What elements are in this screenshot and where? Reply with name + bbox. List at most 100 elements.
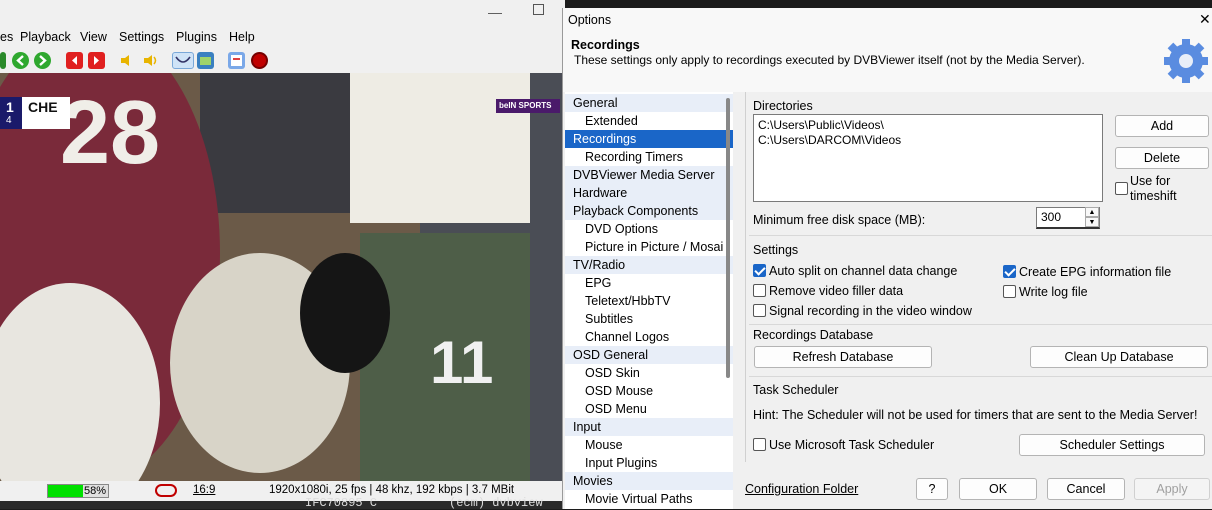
player-menubar: es Playback View Settings Plugins Help: [0, 28, 565, 48]
header-subtitle: These settings only apply to recordings …: [574, 53, 1085, 67]
tree-item[interactable]: OSD General: [565, 346, 733, 364]
tree-item[interactable]: Movie Virtual Paths: [565, 490, 733, 508]
ok-button[interactable]: OK: [959, 478, 1037, 500]
menu-item-plugins[interactable]: Plugins: [176, 30, 217, 44]
video-frame: 11 28: [0, 73, 565, 481]
tree-item[interactable]: Input: [565, 418, 733, 436]
directories-label: Directories: [753, 99, 813, 113]
options-tree[interactable]: General Extended Recordings Recording Timer…: [565, 92, 733, 509]
menu-item-settings[interactable]: Settings: [119, 30, 164, 44]
tree-item[interactable]: DVD Options: [565, 220, 733, 238]
auto-split-label: Auto split on channel data change: [769, 264, 958, 278]
timeshift-label-1: Use for: [1130, 174, 1171, 188]
tree-item[interactable]: Channel Logos: [565, 328, 733, 346]
help-button[interactable]: ?: [916, 478, 948, 500]
delete-button[interactable]: Delete: [1115, 147, 1209, 169]
volume-bar[interactable]: 58%: [47, 484, 109, 498]
back-icon[interactable]: [12, 52, 29, 69]
directory-item[interactable]: C:\Users\Public\Videos\: [758, 118, 1098, 133]
tree-item[interactable]: Input Plugins: [565, 454, 733, 472]
auto-split-checkbox[interactable]: [753, 264, 766, 277]
tree-item[interactable]: OSD Skin: [565, 364, 733, 382]
spin-up-icon[interactable]: ▲: [1085, 207, 1099, 217]
settings-label: Settings: [753, 243, 799, 257]
tree-item[interactable]: OSD Menu: [565, 400, 733, 418]
configuration-folder-link[interactable]: Configuration Folder: [745, 482, 858, 496]
score-number: 1: [6, 99, 14, 115]
scheduler-hint: Hint: The Scheduler will not be used for…: [753, 408, 1198, 422]
scheduler-settings-button[interactable]: Scheduler Settings: [1019, 434, 1205, 456]
next-channel-icon[interactable]: [88, 52, 105, 69]
add-button[interactable]: Add: [1115, 115, 1209, 137]
tree-item[interactable]: DVBViewer Media Server: [565, 166, 733, 184]
cancel-button[interactable]: Cancel: [1047, 478, 1125, 500]
use-task-scheduler-checkbox[interactable]: [753, 438, 766, 451]
database-label: Recordings Database: [753, 328, 874, 342]
spin-down-icon[interactable]: ▼: [1085, 217, 1099, 227]
separator: [749, 235, 1212, 236]
aspect-ratio-label[interactable]: 16:9: [193, 484, 215, 496]
volume-up-icon[interactable]: [142, 52, 159, 69]
svg-text:28: 28: [60, 83, 160, 183]
tree-item[interactable]: Extended: [565, 112, 733, 130]
menu-item-es[interactable]: es: [0, 30, 13, 44]
cleanup-database-button[interactable]: Clean Up Database: [1030, 346, 1208, 368]
options-dialog: Options ✕ Recordings These settings only…: [562, 8, 1212, 509]
signal-recording-label: Signal recording in the video window: [769, 304, 972, 318]
tree-item[interactable]: EPG: [565, 274, 733, 292]
scheduler-label: Task Scheduler: [753, 383, 839, 397]
maximize-icon[interactable]: [533, 4, 544, 15]
tree-item[interactable]: Movies: [565, 472, 733, 490]
volume-down-icon[interactable]: [119, 52, 136, 69]
record-icon[interactable]: [251, 52, 268, 69]
use-task-scheduler-label: Use Microsoft Task Scheduler: [769, 438, 935, 452]
toolbar-edge-icon[interactable]: [0, 52, 6, 69]
create-epg-label: Create EPG information file: [1019, 265, 1172, 279]
timeshift-checkbox[interactable]: [1115, 182, 1128, 195]
previous-channel-icon[interactable]: [66, 52, 83, 69]
score-team: CHE: [28, 99, 58, 115]
panel-divider: [745, 92, 746, 462]
background-text: IFC70895 C (ecm) dvbview: [305, 496, 543, 510]
min-free-space-label: Minimum free disk space (MB):: [753, 213, 926, 227]
snapshot-icon[interactable]: [197, 52, 214, 69]
tree-item[interactable]: OSD Mouse: [565, 382, 733, 400]
write-log-checkbox[interactable]: [1003, 285, 1016, 298]
tree-item[interactable]: Recording Timers: [565, 148, 733, 166]
menu-item-view[interactable]: View: [80, 30, 107, 44]
tree-item[interactable]: Subtitles: [565, 310, 733, 328]
minimize-icon[interactable]: —: [488, 4, 502, 20]
apply-button[interactable]: Apply: [1134, 478, 1210, 500]
dolby-icon: [155, 484, 177, 497]
epg-icon[interactable]: [228, 52, 245, 69]
gear-icon: [1164, 39, 1208, 83]
create-epg-checkbox[interactable]: [1003, 265, 1016, 278]
tree-item[interactable]: Hardware: [565, 184, 733, 202]
tree-item[interactable]: TV/Radio: [565, 256, 733, 274]
forward-icon[interactable]: [34, 52, 51, 69]
tree-item[interactable]: Playback Components: [565, 202, 733, 220]
separator: [749, 376, 1212, 377]
directories-list[interactable]: C:\Users\Public\Videos\ C:\Users\DARCOM\…: [753, 114, 1103, 202]
video-area[interactable]: 11 28 1 CHE 4 beIN SPORTS: [0, 73, 565, 481]
broadcaster-logo: beIN SPORTS: [499, 101, 552, 110]
remove-filler-checkbox[interactable]: [753, 284, 766, 297]
remove-filler-label: Remove video filler data: [769, 284, 904, 298]
timeshift-icon[interactable]: [172, 52, 194, 69]
tree-item[interactable]: General: [565, 94, 733, 112]
close-icon[interactable]: ✕: [1199, 11, 1211, 28]
player-window: — es Playback View Settings Plugins Help: [0, 0, 565, 510]
refresh-database-button[interactable]: Refresh Database: [754, 346, 932, 368]
directory-item[interactable]: C:\Users\DARCOM\Videos: [758, 133, 1098, 148]
player-toolbar: [0, 49, 565, 73]
signal-recording-checkbox[interactable]: [753, 304, 766, 317]
svg-text:11: 11: [430, 329, 493, 396]
tree-item[interactable]: Recordings: [565, 130, 733, 148]
menu-item-help[interactable]: Help: [229, 30, 255, 44]
score-sub: 4: [6, 115, 12, 126]
tree-item[interactable]: Teletext/HbbTV: [565, 292, 733, 310]
menu-item-playback[interactable]: Playback: [20, 30, 71, 44]
tree-item[interactable]: Mouse: [565, 436, 733, 454]
tree-scrollbar-thumb[interactable]: [726, 98, 730, 378]
tree-item[interactable]: Picture in Picture / Mosai: [565, 238, 733, 256]
